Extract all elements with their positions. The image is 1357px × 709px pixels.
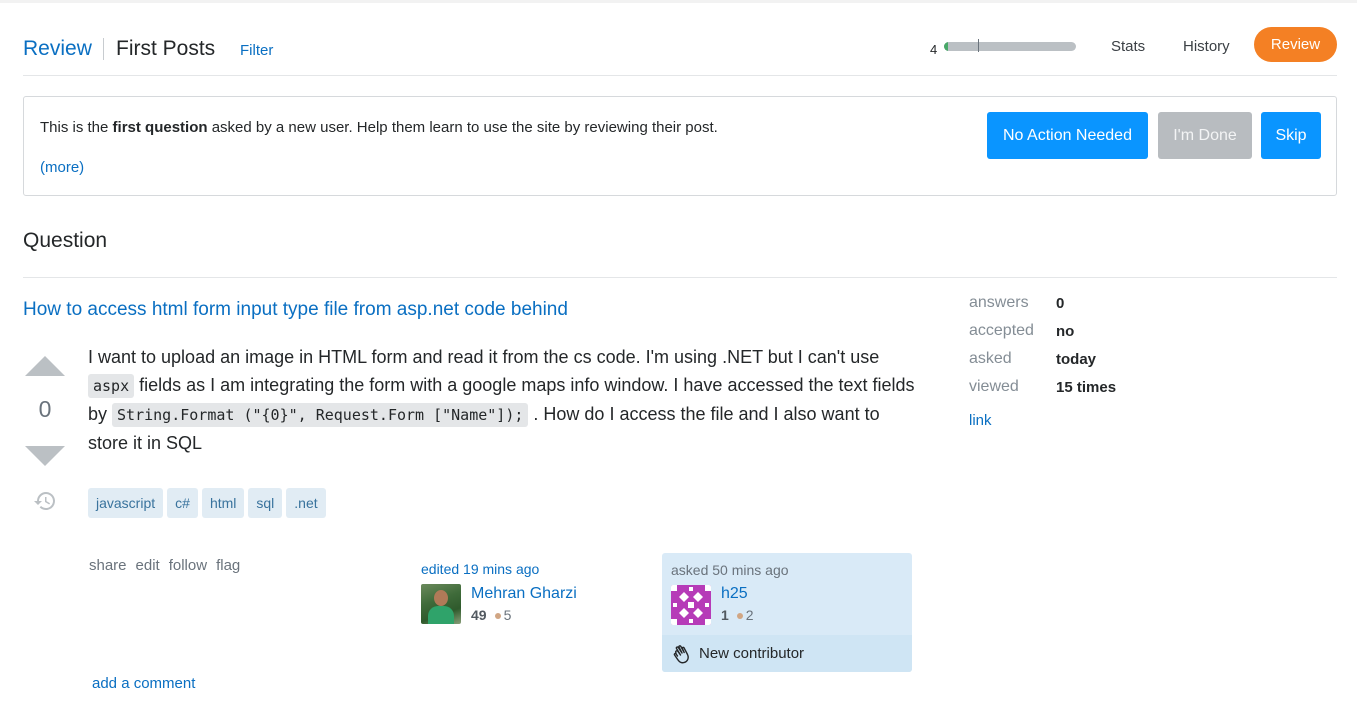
body-text-1: I want to upload an image in HTML form a… [88,347,880,367]
history-icon[interactable] [33,489,57,513]
tag-dotnet[interactable]: .net [286,488,326,518]
edit-link[interactable]: edit [136,557,160,574]
stat-value: today [1056,351,1097,368]
review-tab-button[interactable]: Review [1254,27,1337,62]
instructions-highlight: first question [112,119,208,136]
tag-csharp[interactable]: c# [167,488,198,518]
new-contributor-banner[interactable]: New contributor [662,635,912,672]
review-header: Review First Posts Filter 4 Stats Histor… [23,22,1337,76]
progress-count: 4 [930,42,938,57]
instructions-text-part2: asked by a new user. Help them learn to … [207,119,718,136]
stat-viewed: viewed 15 times [969,378,1169,400]
im-done-button[interactable]: I'm Done [1158,112,1252,159]
downvote-arrow-icon[interactable] [25,446,65,466]
instructions-text: This is the first question asked by a ne… [40,117,720,138]
progress-bar [944,42,1076,51]
owner-reputation: 12 [721,607,754,623]
vote-count: 0 [38,396,52,422]
editor-bronze-count: 5 [503,607,512,623]
owner-name-link[interactable]: h25 [721,585,748,603]
question-body: I want to upload an image in HTML form a… [88,343,918,457]
flag-link[interactable]: flag [216,557,240,574]
editor-rep-score: 49 [471,607,487,623]
instructions-text-part1: This is the [40,119,113,136]
tag-list: javascript c# html sql .net [88,488,326,518]
owner-bronze-count: 2 [745,607,754,623]
progress-fill [944,42,948,51]
edited-timestamp-link[interactable]: edited 19 mins ago [421,561,539,577]
filter-link[interactable]: Filter [240,42,273,59]
stat-value: 15 times [1056,379,1117,396]
stat-answers: answers 0 [969,294,1169,316]
section-title: Question [23,229,108,252]
more-link[interactable]: (more) [40,159,84,176]
upvote-arrow-icon[interactable] [25,356,65,376]
owner-card: asked 50 mins ago h25 12 New contributor [662,553,912,672]
tag-sql[interactable]: sql [248,488,283,518]
waving-hand-icon [673,645,689,664]
stat-value: 0 [1056,295,1065,312]
tag-html[interactable]: html [201,488,245,518]
tag-javascript[interactable]: javascript [88,488,164,518]
owner-rep-score: 1 [721,607,729,623]
permalink-link[interactable]: link [969,412,992,429]
bronze-badge-icon [494,612,501,619]
stat-accepted: accepted no [969,322,1169,344]
stat-label: answers [969,294,1029,311]
editor-avatar-body [428,606,454,624]
owner-identicon-avatar[interactable] [671,585,711,625]
stat-label: asked [969,350,1012,367]
inline-code-aspx: aspx [88,374,135,398]
skip-button[interactable]: Skip [1261,112,1321,159]
queue-title: First Posts [116,37,216,60]
stat-label: viewed [969,378,1019,395]
header-separator [103,38,104,60]
share-link[interactable]: share [89,557,127,574]
editor-name-link[interactable]: Mehran Gharzi [471,585,577,603]
progress-marker [978,39,979,52]
new-contributor-label: New contributor [699,645,805,662]
review-instructions-box: This is the first question asked by a ne… [23,96,1337,196]
stat-asked: asked today [969,350,1169,372]
history-tab[interactable]: History [1183,38,1230,55]
editor-reputation: 49 5 [471,607,511,623]
add-comment-link[interactable]: add a comment [92,675,195,692]
no-action-needed-button[interactable]: No Action Needed [987,112,1148,159]
stat-label: accepted [969,322,1034,339]
bronze-badge-icon [736,612,743,619]
review-home-link[interactable]: Review [23,37,92,61]
asked-timestamp: asked 50 mins ago [671,562,789,578]
stats-tab[interactable]: Stats [1111,38,1145,55]
inline-code-string-format: String.Format ("{0}", Request.Form ["Nam… [112,403,529,427]
post-actions: share edit follow flag [89,557,240,574]
stat-value: no [1056,323,1075,340]
top-border [0,0,1357,3]
editor-avatar-face [434,590,448,606]
section-divider [23,277,1337,278]
editor-avatar[interactable] [421,584,461,624]
follow-link[interactable]: follow [169,557,207,574]
question-title-link[interactable]: How to access html form input type file … [23,299,568,321]
